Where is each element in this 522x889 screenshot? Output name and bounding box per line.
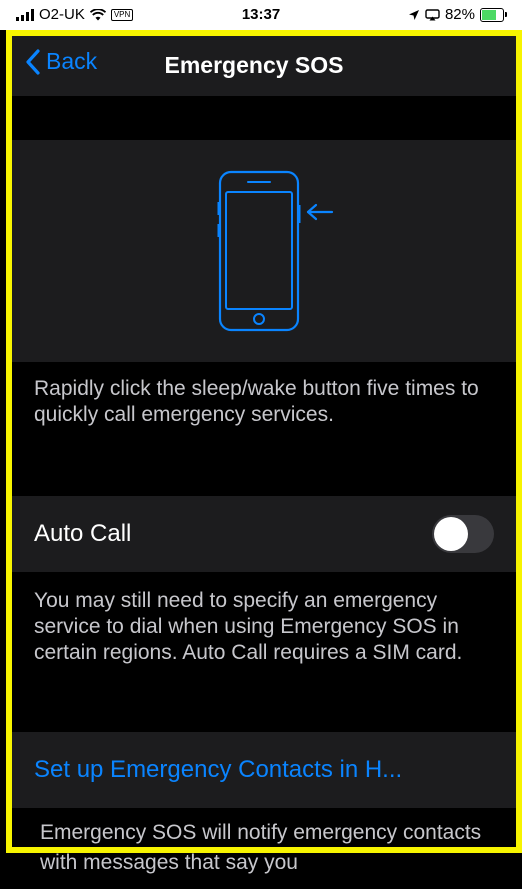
status-right: 82% [408,6,507,23]
status-bar: O2-UK VPN 13:37 82% [0,0,522,30]
page-title: Emergency SOS [164,52,344,78]
bottom-description: Emergency SOS will notify emergency cont… [40,821,482,874]
phone-side-button-illustration [12,140,516,362]
phone-screen [225,191,293,310]
nav-bar: Back Emergency SOS [12,36,516,96]
auto-call-footer: You may still need to specify an emergen… [34,589,463,664]
auto-call-toggle[interactable] [432,515,494,553]
highlight-frame: Back Emergency SOS Rapidly click the sle… [6,30,522,853]
phone-outline [218,170,300,332]
location-arrow-icon [408,9,419,20]
sos-description: Rapidly click the sleep/wake button five… [34,377,479,426]
arrow-left-icon [306,203,334,221]
toggle-knob [434,517,468,551]
auto-call-row: Auto Call [12,496,516,572]
auto-call-label: Auto Call [34,520,132,547]
phone-home-button [253,313,265,325]
battery-percent: 82% [444,6,475,23]
screen-mirroring-icon [425,8,440,20]
emergency-contacts-link[interactable]: Set up Emergency Contacts in H... [34,756,402,784]
emergency-contacts-row[interactable]: Set up Emergency Contacts in H... [12,732,516,808]
battery-charging-icon [480,7,507,22]
battery-fill [482,9,496,20]
phone-illustration-svg [217,170,334,332]
